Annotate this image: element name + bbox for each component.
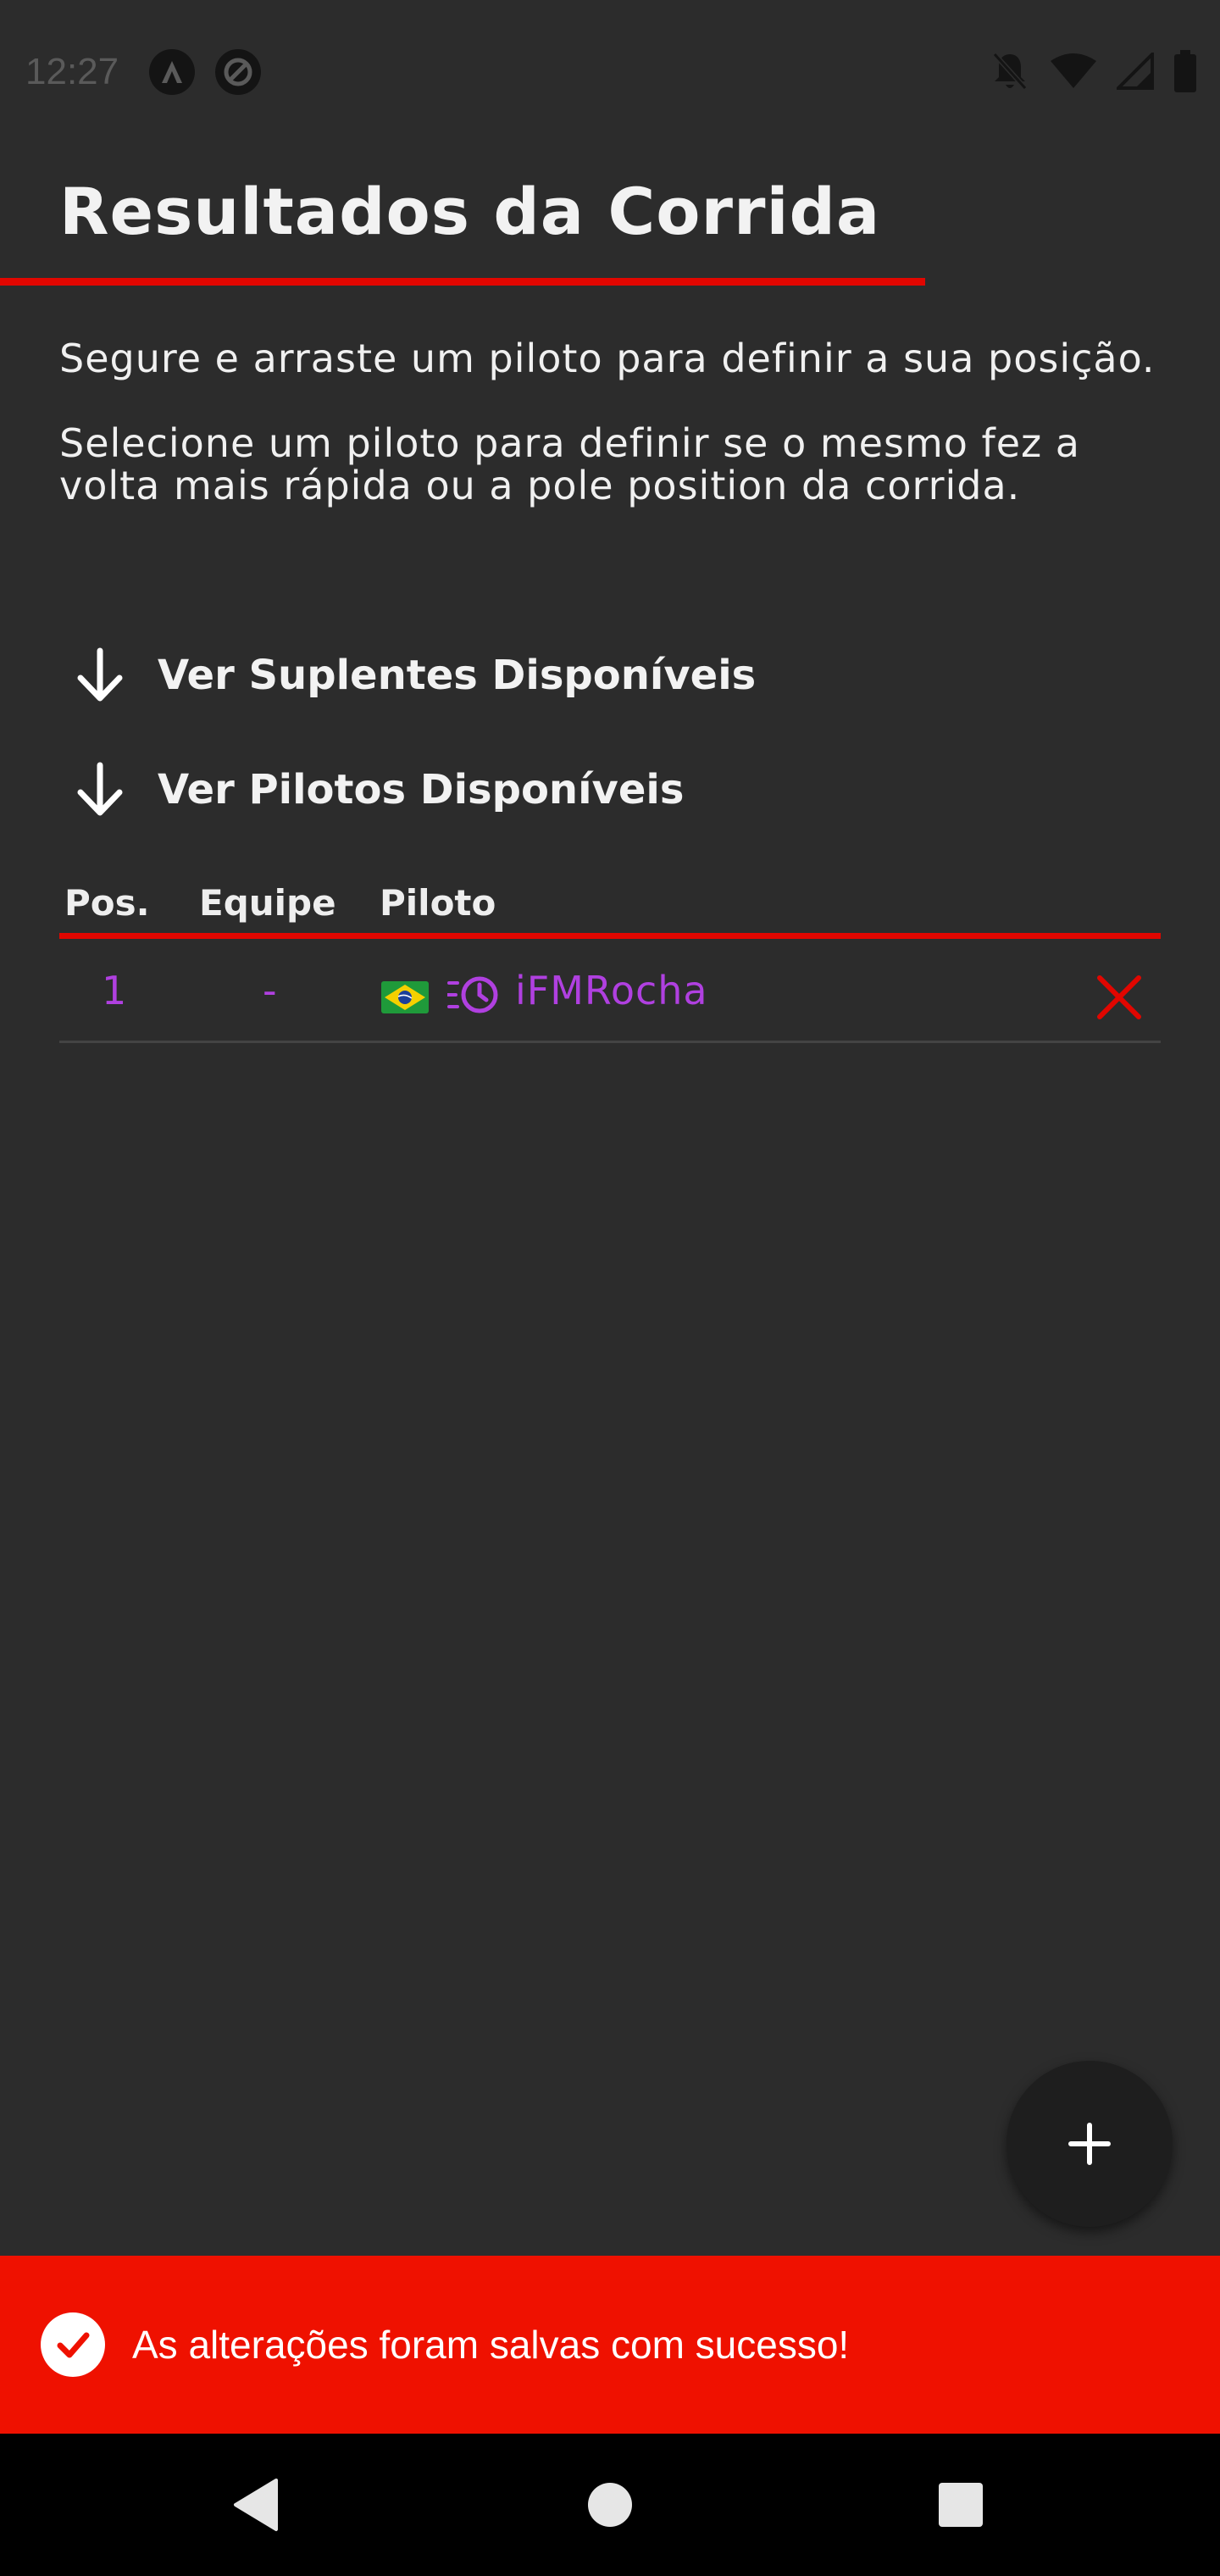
plus-icon (1068, 2123, 1111, 2165)
show-drivers-label: Ver Pilotos Disponíveis (158, 766, 685, 813)
show-substitutes-toggle[interactable]: Ver Suplentes Disponíveis (66, 641, 756, 709)
app-notification-icon (149, 49, 196, 95)
table-header-divider (59, 933, 1161, 939)
results-table-header: Pos. Equipe Piloto (59, 873, 1161, 932)
recents-button[interactable] (927, 2471, 995, 2539)
snackbar-message: As alterações foram salvas com sucesso! (132, 2323, 850, 2367)
home-circle-icon (588, 2483, 632, 2527)
title-underline (0, 278, 925, 286)
brazil-flag-icon (381, 981, 429, 1013)
sync-notification-icon (215, 49, 262, 95)
wifi-icon (1051, 53, 1096, 88)
back-button[interactable] (222, 2471, 290, 2539)
recents-square-icon (939, 2483, 983, 2527)
row-position: 1 (102, 968, 127, 1013)
system-navigation-bar (0, 2434, 1220, 2576)
show-drivers-toggle[interactable]: Ver Pilotos Disponíveis (66, 756, 684, 824)
row-team: - (263, 968, 277, 1013)
fastest-lap-icon (447, 976, 498, 1013)
column-header-team: Equipe (199, 881, 336, 924)
instructions: Segure e arraste um piloto para definir … (59, 337, 1178, 507)
status-icons (990, 49, 1198, 93)
screen: 12:27 Resultados da Corrida Segure e arr… (0, 0, 1220, 2576)
status-time: 12:27 (25, 51, 119, 92)
success-snackbar: As alterações foram salvas com sucesso! (0, 2256, 1220, 2434)
instruction-select: Selecione um piloto para definir se o me… (59, 420, 1080, 508)
back-triangle-icon (234, 2479, 278, 2531)
battery-icon (1174, 50, 1196, 92)
row-divider (59, 1041, 1161, 1043)
instruction-drag: Segure e arraste um piloto para definir … (59, 336, 1156, 381)
column-header-driver: Piloto (380, 881, 496, 924)
column-header-position: Pos. (64, 881, 150, 924)
row-driver-name: iFMRocha (515, 968, 708, 1013)
arrow-down-icon (66, 756, 134, 824)
arrow-down-icon (66, 641, 134, 709)
close-icon[interactable] (1093, 971, 1145, 1024)
show-substitutes-label: Ver Suplentes Disponíveis (158, 652, 757, 699)
table-row[interactable]: 1 - iFMRocha (59, 949, 1161, 1042)
home-button[interactable] (576, 2471, 644, 2539)
add-driver-button[interactable] (1006, 2061, 1173, 2227)
check-circle-icon (41, 2312, 105, 2377)
notifications-off-icon (992, 52, 1028, 91)
cell-signal-icon (1117, 53, 1154, 90)
status-bar: 12:27 (0, 0, 1220, 144)
page-title: Resultados da Corrida (59, 174, 881, 249)
